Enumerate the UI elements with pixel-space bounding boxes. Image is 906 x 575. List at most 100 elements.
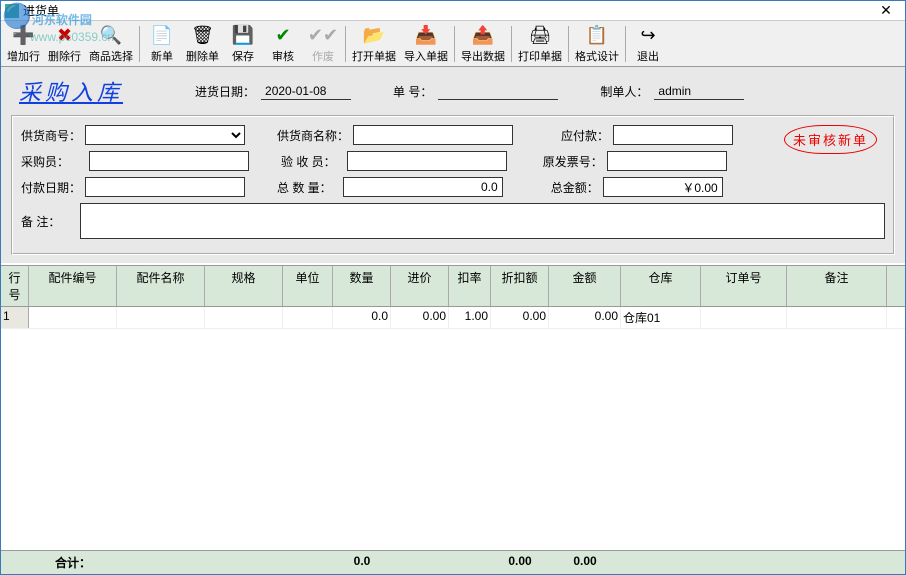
table-row[interactable]: 10.00.001.000.000.00仓库01: [1, 307, 905, 329]
new-doc-button[interactable]: 📄新单: [142, 21, 182, 66]
col-header-1[interactable]: 配件编号: [29, 266, 117, 306]
cell[interactable]: [283, 307, 333, 328]
main-window: 进货单 ✕ ➕增加行✖删除行🔍商品选择📄新单🗑删除单💾保存✔审核✔✔作废📂打开单…: [0, 0, 906, 575]
format-design-button-icon: 📋: [585, 23, 609, 47]
footer-cell: [787, 554, 887, 571]
col-header-8[interactable]: 折扣额: [491, 266, 549, 306]
export-data-button-icon: 📤: [471, 23, 495, 47]
cell[interactable]: 0.0: [333, 307, 391, 328]
grid-body[interactable]: 10.00.001.000.000.00仓库01: [1, 307, 905, 550]
open-doc-button-label: 打开单据: [352, 48, 396, 64]
col-header-5[interactable]: 数量: [333, 266, 391, 306]
grid-header: 行号配件编号配件名称规格单位数量进价扣率折扣额金额仓库订单号备注: [1, 266, 905, 307]
payable-input[interactable]: [613, 125, 733, 145]
cell[interactable]: [701, 307, 787, 328]
add-row-button-label: 增加行: [7, 48, 40, 64]
format-design-button[interactable]: 📋格式设计: [571, 21, 623, 66]
exit-button[interactable]: ↪退出: [628, 21, 668, 66]
add-row-button[interactable]: ➕增加行: [3, 21, 44, 66]
save-button-label: 保存: [232, 48, 254, 64]
titlebar: 进货单 ✕: [1, 1, 905, 21]
save-button[interactable]: 💾保存: [223, 21, 263, 66]
col-header-7[interactable]: 扣率: [449, 266, 491, 306]
grid-footer: 合计：0.00.000.00: [1, 550, 905, 574]
col-header-3[interactable]: 规格: [205, 266, 283, 306]
cell[interactable]: 1: [1, 307, 29, 328]
close-button[interactable]: ✕: [871, 2, 901, 19]
toolbar: ➕增加行✖删除行🔍商品选择📄新单🗑删除单💾保存✔审核✔✔作废📂打开单据📥导入单据…: [1, 21, 905, 67]
date-input[interactable]: [261, 83, 351, 100]
exit-button-icon: ↪: [636, 23, 660, 47]
col-header-10[interactable]: 仓库: [621, 266, 701, 306]
open-doc-button[interactable]: 📂打开单据: [348, 21, 400, 66]
print-doc-button[interactable]: 🖨打印单据: [514, 21, 566, 66]
supplier-name-input[interactable]: [353, 125, 513, 145]
import-doc-button-icon: 📥: [414, 23, 438, 47]
save-button-icon: 💾: [231, 23, 255, 47]
footer-cell: 0.00: [491, 554, 549, 571]
cell[interactable]: [205, 307, 283, 328]
col-header-2[interactable]: 配件名称: [117, 266, 205, 306]
audit-button-icon: ✔: [271, 23, 295, 47]
cell[interactable]: 0.00: [391, 307, 449, 328]
import-doc-button[interactable]: 📥导入单据: [400, 21, 452, 66]
app-icon: [5, 4, 19, 18]
import-doc-button-label: 导入单据: [404, 48, 448, 64]
product-select-button-icon: 🔍: [99, 23, 123, 47]
supplier-no-select[interactable]: [85, 125, 245, 145]
docno-input[interactable]: [438, 83, 558, 100]
total-qty-label: 总 数 量：: [277, 179, 332, 196]
inspector-input[interactable]: [347, 151, 507, 171]
footer-cell: [283, 554, 333, 571]
col-header-4[interactable]: 单位: [283, 266, 333, 306]
cell[interactable]: 0.00: [491, 307, 549, 328]
new-doc-button-label: 新单: [151, 48, 173, 64]
format-design-button-label: 格式设计: [575, 48, 619, 64]
product-select-button[interactable]: 🔍商品选择: [85, 21, 137, 66]
invoice-input[interactable]: [607, 151, 727, 171]
form-area: 采购入库 进货日期： 单 号： 制单人： 未审核新单 供货商号： 供货商名称： …: [1, 67, 905, 263]
supplier-name-label: 供货商名称：: [277, 127, 349, 144]
data-grid: 行号配件编号配件名称规格单位数量进价扣率折扣额金额仓库订单号备注 10.00.0…: [1, 265, 905, 574]
product-select-button-label: 商品选择: [89, 48, 133, 64]
cell[interactable]: [29, 307, 117, 328]
creator-input[interactable]: [654, 83, 744, 100]
delete-doc-button-label: 删除单: [186, 48, 219, 64]
cell[interactable]: 1.00: [449, 307, 491, 328]
footer-cell: [1, 554, 29, 571]
cell[interactable]: [787, 307, 887, 328]
total-qty-input: [343, 177, 503, 197]
print-doc-button-icon: 🖨: [528, 23, 552, 47]
delete-row-button[interactable]: ✖删除行: [44, 21, 85, 66]
footer-cell: [449, 554, 491, 571]
delete-row-button-label: 删除行: [48, 48, 81, 64]
footer-cell: 0.00: [549, 554, 621, 571]
col-header-12[interactable]: 备注: [787, 266, 887, 306]
col-header-11[interactable]: 订单号: [701, 266, 787, 306]
remark-input[interactable]: [80, 203, 885, 239]
pay-date-input[interactable]: [85, 177, 245, 197]
cell[interactable]: [117, 307, 205, 328]
print-doc-button-label: 打印单据: [518, 48, 562, 64]
footer-cell: [701, 554, 787, 571]
col-header-0[interactable]: 行号: [1, 266, 29, 306]
page-title: 采购入库: [11, 75, 143, 107]
void-button-label: 作废: [312, 48, 334, 64]
cell[interactable]: 仓库01: [621, 307, 701, 328]
col-header-9[interactable]: 金额: [549, 266, 621, 306]
void-button: ✔✔作废: [303, 21, 343, 66]
delete-row-button-icon: ✖: [53, 23, 77, 47]
footer-cell: [391, 554, 449, 571]
buyer-input[interactable]: [89, 151, 249, 171]
col-header-6[interactable]: 进价: [391, 266, 449, 306]
payable-label: 应付款：: [561, 127, 609, 144]
footer-cell: 合计：: [29, 554, 117, 571]
footer-cell: [205, 554, 283, 571]
delete-doc-button[interactable]: 🗑删除单: [182, 21, 223, 66]
audit-button[interactable]: ✔审核: [263, 21, 303, 66]
add-row-button-icon: ➕: [12, 23, 36, 47]
cell[interactable]: 0.00: [549, 307, 621, 328]
creator-label: 制单人：: [600, 83, 648, 100]
export-data-button[interactable]: 📤导出数据: [457, 21, 509, 66]
total-amt-label: 总金额：: [551, 179, 599, 196]
